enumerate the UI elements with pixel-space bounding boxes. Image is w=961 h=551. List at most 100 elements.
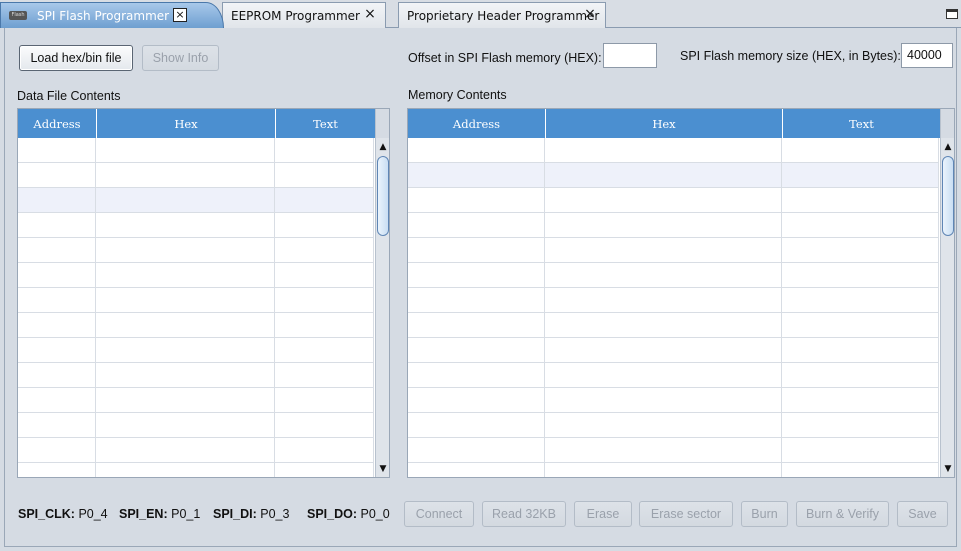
table-cell[interactable] bbox=[18, 313, 96, 337]
table-cell[interactable] bbox=[275, 163, 374, 187]
memory-scrollbar[interactable]: ▲ ▼ bbox=[940, 138, 954, 477]
table-cell[interactable] bbox=[408, 363, 545, 387]
table-cell[interactable] bbox=[275, 313, 374, 337]
table-row[interactable] bbox=[18, 238, 374, 263]
table-row[interactable] bbox=[408, 238, 939, 263]
close-icon[interactable]: × bbox=[583, 7, 597, 22]
table-row[interactable] bbox=[18, 463, 374, 477]
table-cell[interactable] bbox=[408, 438, 545, 462]
table-cell[interactable] bbox=[275, 138, 374, 162]
table-cell[interactable] bbox=[782, 463, 939, 477]
table-cell[interactable] bbox=[18, 188, 96, 212]
column-address[interactable]: Address bbox=[408, 109, 546, 138]
table-cell[interactable] bbox=[782, 313, 939, 337]
table-cell[interactable] bbox=[545, 263, 782, 287]
table-cell[interactable] bbox=[408, 388, 545, 412]
table-row[interactable] bbox=[18, 138, 374, 163]
table-cell[interactable] bbox=[782, 238, 939, 262]
table-cell[interactable] bbox=[275, 238, 374, 262]
table-row[interactable] bbox=[408, 288, 939, 313]
table-cell[interactable] bbox=[782, 388, 939, 412]
tab-eeprom-programmer[interactable]: EEPROM Programmer × bbox=[222, 2, 386, 28]
offset-input[interactable] bbox=[603, 43, 657, 68]
scroll-down-icon[interactable]: ▼ bbox=[376, 462, 389, 476]
scroll-up-icon[interactable]: ▲ bbox=[941, 140, 954, 154]
table-row[interactable] bbox=[18, 338, 374, 363]
table-row[interactable] bbox=[408, 313, 939, 338]
table-cell[interactable] bbox=[782, 163, 939, 187]
table-cell[interactable] bbox=[96, 438, 275, 462]
table-cell[interactable] bbox=[96, 338, 275, 362]
table-cell[interactable] bbox=[545, 163, 782, 187]
table-row[interactable] bbox=[18, 363, 374, 388]
table-cell[interactable] bbox=[275, 363, 374, 387]
table-cell[interactable] bbox=[545, 138, 782, 162]
table-row[interactable] bbox=[18, 163, 374, 188]
table-cell[interactable] bbox=[18, 363, 96, 387]
table-cell[interactable] bbox=[408, 463, 545, 477]
table-cell[interactable] bbox=[275, 188, 374, 212]
table-cell[interactable] bbox=[782, 138, 939, 162]
table-cell[interactable] bbox=[545, 238, 782, 262]
scroll-down-icon[interactable]: ▼ bbox=[941, 462, 954, 476]
column-hex[interactable]: Hex bbox=[97, 109, 276, 138]
table-cell[interactable] bbox=[408, 288, 545, 312]
table-cell[interactable] bbox=[96, 213, 275, 237]
table-cell[interactable] bbox=[782, 263, 939, 287]
table-cell[interactable] bbox=[275, 338, 374, 362]
table-cell[interactable] bbox=[782, 438, 939, 462]
burn-verify-button[interactable]: Burn & Verify bbox=[796, 501, 889, 527]
table-cell[interactable] bbox=[96, 413, 275, 437]
table-row[interactable] bbox=[18, 388, 374, 413]
read-32kb-button[interactable]: Read 32KB bbox=[482, 501, 566, 527]
table-cell[interactable] bbox=[545, 288, 782, 312]
table-cell[interactable] bbox=[545, 338, 782, 362]
table-cell[interactable] bbox=[275, 388, 374, 412]
table-row[interactable] bbox=[18, 413, 374, 438]
load-file-button[interactable]: Load hex/bin file bbox=[19, 45, 133, 71]
table-cell[interactable] bbox=[275, 438, 374, 462]
scroll-thumb[interactable] bbox=[942, 156, 954, 236]
table-cell[interactable] bbox=[96, 388, 275, 412]
table-cell[interactable] bbox=[96, 313, 275, 337]
table-cell[interactable] bbox=[275, 288, 374, 312]
table-cell[interactable] bbox=[408, 238, 545, 262]
table-row[interactable] bbox=[408, 438, 939, 463]
table-cell[interactable] bbox=[408, 413, 545, 437]
table-cell[interactable] bbox=[275, 263, 374, 287]
table-cell[interactable] bbox=[782, 188, 939, 212]
table-cell[interactable] bbox=[275, 213, 374, 237]
table-cell[interactable] bbox=[545, 213, 782, 237]
column-text[interactable]: Text bbox=[783, 109, 940, 138]
table-cell[interactable] bbox=[408, 138, 545, 162]
table-cell[interactable] bbox=[18, 263, 96, 287]
table-row[interactable] bbox=[408, 413, 939, 438]
table-cell[interactable] bbox=[96, 238, 275, 262]
table-cell[interactable] bbox=[275, 463, 374, 477]
table-cell[interactable] bbox=[408, 313, 545, 337]
table-cell[interactable] bbox=[545, 363, 782, 387]
table-cell[interactable] bbox=[96, 163, 275, 187]
table-cell[interactable] bbox=[545, 463, 782, 477]
table-cell[interactable] bbox=[782, 288, 939, 312]
table-cell[interactable] bbox=[18, 213, 96, 237]
table-row[interactable] bbox=[408, 163, 939, 188]
tab-spi-flash-programmer[interactable]: Flash SPI Flash Programmer × bbox=[0, 2, 224, 28]
scroll-thumb[interactable] bbox=[377, 156, 389, 236]
table-cell[interactable] bbox=[408, 338, 545, 362]
column-text[interactable]: Text bbox=[276, 109, 375, 138]
table-cell[interactable] bbox=[782, 338, 939, 362]
column-hex[interactable]: Hex bbox=[546, 109, 783, 138]
table-cell[interactable] bbox=[18, 288, 96, 312]
column-address[interactable]: Address bbox=[18, 109, 97, 138]
table-row[interactable] bbox=[408, 138, 939, 163]
table-row[interactable] bbox=[408, 213, 939, 238]
table-cell[interactable] bbox=[275, 413, 374, 437]
table-cell[interactable] bbox=[545, 388, 782, 412]
table-cell[interactable] bbox=[782, 363, 939, 387]
table-cell[interactable] bbox=[96, 263, 275, 287]
table-cell[interactable] bbox=[18, 238, 96, 262]
table-cell[interactable] bbox=[782, 213, 939, 237]
table-cell[interactable] bbox=[18, 388, 96, 412]
table-cell[interactable] bbox=[96, 288, 275, 312]
